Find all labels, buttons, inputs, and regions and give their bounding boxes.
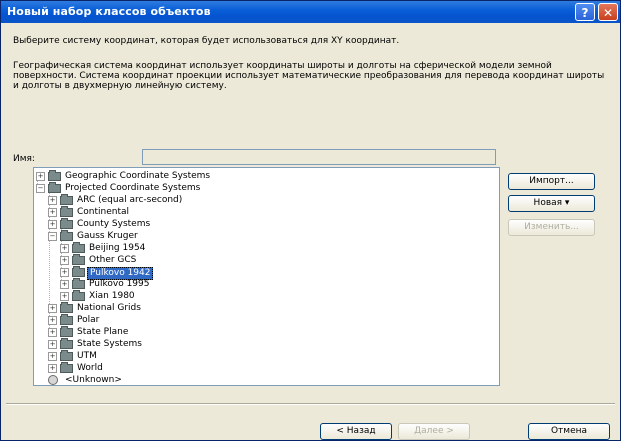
expand-icon[interactable]: + xyxy=(48,208,57,217)
name-field[interactable] xyxy=(142,149,496,165)
tree-item-label: State Systems xyxy=(77,339,142,349)
tree-item-label: Projected Coordinate Systems xyxy=(65,183,201,193)
expand-icon[interactable]: + xyxy=(60,268,69,277)
window-title: Новый набор классов объектов xyxy=(7,5,211,18)
instruction-text: Выберите систему координат, которая буде… xyxy=(13,36,400,46)
tree-item-label: State Plane xyxy=(77,327,129,337)
expand-icon[interactable]: + xyxy=(60,256,69,265)
expand-icon[interactable]: + xyxy=(48,304,57,313)
folder-icon xyxy=(60,230,73,241)
expand-icon[interactable]: + xyxy=(48,316,57,325)
tree-item-label: Xian 1980 xyxy=(89,291,135,301)
tree-item-label: UTM xyxy=(77,351,97,361)
folder-icon xyxy=(48,170,61,181)
folder-icon xyxy=(48,182,61,193)
expand-icon[interactable]: + xyxy=(60,244,69,253)
help-button[interactable]: ? xyxy=(575,3,595,21)
coordinate-system-tree[interactable]: + Geographic Coordinate Systems − Projected… xyxy=(33,167,500,386)
new-button[interactable]: Новая ▾ xyxy=(508,195,595,212)
name-label: Имя: xyxy=(13,154,35,164)
expand-icon[interactable]: + xyxy=(48,196,57,205)
folder-icon xyxy=(60,326,73,337)
tree-item-label: World xyxy=(77,363,103,373)
folder-icon xyxy=(60,206,73,217)
folder-icon xyxy=(60,194,73,205)
tree-item-label: Continental xyxy=(77,207,130,217)
folder-icon xyxy=(72,266,85,277)
tree-item-label: County Systems xyxy=(77,219,151,229)
next-button[interactable]: Далее > xyxy=(398,423,470,440)
footer-separator xyxy=(6,403,615,405)
import-button[interactable]: Импорт... xyxy=(508,173,595,190)
folder-icon xyxy=(72,254,85,265)
expand-icon[interactable]: + xyxy=(48,340,57,349)
folder-icon xyxy=(72,278,85,289)
tree-item-label: <Unknown> xyxy=(65,375,122,385)
tree-item-label: Geographic Coordinate Systems xyxy=(65,171,211,181)
folder-icon xyxy=(60,338,73,349)
expand-icon[interactable]: + xyxy=(48,364,57,373)
tree-item-label: Polar xyxy=(77,315,100,325)
collapse-icon[interactable]: − xyxy=(36,184,45,193)
close-button[interactable]: ✕ xyxy=(598,3,618,21)
coordinate-system-info-text: Географическая система координат использ… xyxy=(13,61,605,91)
cancel-button[interactable]: Отмена xyxy=(528,423,610,440)
tree-item-label: Pulkovo 1995 xyxy=(89,279,150,289)
new-feature-class-dialog: Новый набор классов объектов ? ✕ Выберит… xyxy=(0,0,621,441)
expand-icon[interactable]: + xyxy=(36,172,45,181)
modify-button[interactable]: Изменить... xyxy=(508,219,595,236)
folder-icon xyxy=(72,242,85,253)
folder-icon xyxy=(72,290,85,301)
tree-item-label: Beijing 1954 xyxy=(89,243,146,253)
expand-icon[interactable]: + xyxy=(60,292,69,301)
folder-icon xyxy=(60,218,73,229)
title-bar: Новый набор классов объектов ? ✕ xyxy=(1,1,620,23)
expand-icon[interactable]: + xyxy=(60,280,69,289)
tree-item-label: Gauss Kruger xyxy=(77,231,138,241)
expand-icon[interactable]: + xyxy=(48,328,57,337)
folder-icon xyxy=(60,350,73,361)
folder-icon xyxy=(60,362,73,373)
globe-icon xyxy=(48,375,58,385)
expand-icon[interactable]: + xyxy=(48,220,57,229)
folder-icon xyxy=(60,302,73,313)
tree-item-label: Other GCS xyxy=(89,255,137,265)
collapse-icon[interactable]: − xyxy=(48,232,57,241)
expand-icon[interactable]: + xyxy=(48,352,57,361)
tree-item-label: National Grids xyxy=(77,303,141,313)
folder-icon xyxy=(60,314,73,325)
tree-item-label: ARC (equal arc-second) xyxy=(77,195,183,205)
back-button[interactable]: < Назад xyxy=(320,423,392,440)
